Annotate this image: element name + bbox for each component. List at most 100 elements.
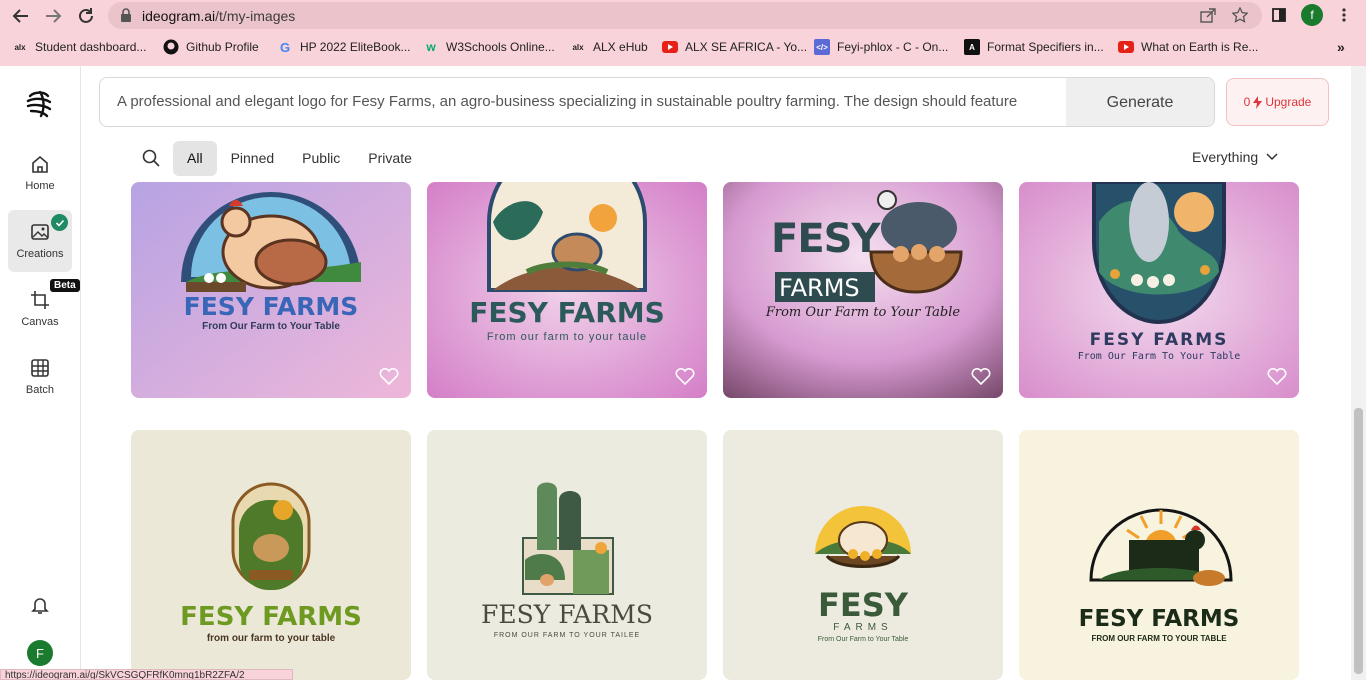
geeks-icon: A (964, 39, 980, 55)
logo-image (427, 182, 707, 398)
logo-title: FESY (771, 216, 880, 262)
logo-tagline: From Our Farm To Your Table (1077, 351, 1241, 362)
credits-count: 0 (1243, 95, 1251, 109)
forward-button[interactable] (41, 4, 65, 28)
sidebar-item-label: Home (25, 180, 55, 192)
logo-tagline: From Our Farm to Your Table (817, 636, 909, 643)
back-arrow-icon (12, 9, 28, 23)
ideogram-logo-icon[interactable] (24, 88, 56, 120)
sidebar-item-home[interactable]: Home (8, 142, 72, 204)
bookmark-label: ALX SE AFRICA - Yo... (685, 40, 808, 54)
logo-title: FESY FARMS (481, 600, 653, 629)
image-card[interactable]: FESY FARMS from our farm to your table (131, 430, 411, 680)
heart-icon[interactable] (1267, 367, 1287, 385)
image-card[interactable]: FESY FARMS FROM OUR FARM TO YOUR TABLE (1019, 430, 1299, 680)
bookmark-label: Format Specifiers in... (987, 40, 1104, 54)
heart-icon[interactable] (675, 367, 695, 385)
tab-public[interactable]: Public (288, 141, 354, 176)
heart-icon[interactable] (971, 367, 991, 385)
prompt-box[interactable]: A professional and elegant logo for Fesy… (99, 77, 1215, 127)
google-icon: G (279, 39, 291, 55)
bookmark-item[interactable]: What on Earth is Re... (1118, 39, 1258, 55)
sidebar-item-canvas[interactable]: Canvas Beta (8, 278, 80, 340)
bookmark-label: W3Schools Online... (446, 40, 555, 54)
sidebar-item-creations[interactable]: Creations (8, 210, 72, 272)
generate-button[interactable]: Generate (1066, 78, 1214, 126)
w3schools-icon: w (426, 40, 436, 54)
bookmark-item[interactable]: A Format Specifiers in... (964, 39, 1104, 55)
star-icon[interactable] (1232, 7, 1248, 23)
bookmark-item[interactable]: alx Student dashboard... (12, 39, 146, 55)
bookmark-label: ALX eHub (593, 40, 648, 54)
logo-title: FESY (818, 586, 908, 624)
image-card[interactable]: FESY FARMS From our farm to your taule (427, 182, 707, 398)
logo-title: FESY FARMS (469, 296, 665, 329)
tab-all[interactable]: All (173, 140, 217, 176)
bookmark-item[interactable]: ALX SE AFRICA - Yo... (662, 39, 807, 55)
image-grid: FESY FARMS From Our Farm to Your Table F… (131, 182, 1301, 680)
status-url-bar: https://ideogram.ai/g/SkVCSGQFRfK0mnq1bR… (0, 669, 293, 680)
image-card[interactable]: FESY FARMS From Our Farm to Your Table (723, 182, 1003, 398)
browser-toolbar: ideogram.ai/t/my-images f (0, 0, 1366, 31)
bell-icon[interactable] (30, 595, 50, 615)
bookmark-label: Student dashboard... (35, 40, 147, 54)
side-panel-icon[interactable] (1272, 8, 1286, 22)
logo-title: FESY FARMS (180, 602, 362, 632)
grid-icon (31, 359, 49, 377)
bookmark-item[interactable]: </> Feyi-phlox - C - On... (814, 39, 948, 55)
kebab-menu-icon[interactable] (1339, 7, 1349, 23)
sidebar-item-label: Canvas (21, 316, 59, 328)
bookmarks-bar: alx Student dashboard... Github Profile G… (0, 31, 1366, 64)
prompt-input[interactable]: A professional and elegant logo for Fesy… (117, 93, 1062, 110)
logo-tagline: From Our Farm to Your Table (765, 305, 961, 320)
sidebar-item-batch[interactable]: Batch (8, 346, 72, 408)
browser-chrome: ideogram.ai/t/my-images f alx Student das… (0, 0, 1366, 66)
crop-icon (31, 291, 49, 309)
sidebar-item-label: Creations (16, 248, 64, 260)
logo-image (522, 482, 614, 595)
logo-title: FESY FARMS (1078, 606, 1240, 632)
logo-tagline: From our farm to your taule (486, 331, 648, 343)
youtube-icon (1118, 39, 1134, 55)
user-avatar[interactable]: F (27, 640, 53, 666)
filter-tabs: All Pinned Public Private (173, 140, 426, 176)
tab-private[interactable]: Private (354, 141, 426, 176)
search-icon[interactable] (142, 149, 160, 167)
upgrade-button[interactable]: 0 Upgrade (1226, 78, 1329, 126)
check-badge-icon (51, 214, 68, 231)
bookmark-item[interactable]: w W3Schools Online... (423, 39, 555, 55)
alx-icon: alx (572, 42, 584, 52)
logo-title-secondary: FARMS (779, 274, 860, 302)
page-scrollbar[interactable] (1351, 66, 1366, 680)
image-card[interactable]: FESY FARMS FROM OUR FARM TO YOUR TAILEE (427, 430, 707, 680)
image-card[interactable]: FESY FARMS From Our Farm To Your Table (1019, 182, 1299, 398)
share-icon[interactable] (1200, 7, 1216, 23)
image-card[interactable]: FESY FARMS From Our Farm to Your Table (131, 182, 411, 398)
upgrade-label: Upgrade (1265, 95, 1312, 109)
sidebar: Home Creations Canvas Beta Batch F (0, 66, 81, 680)
alx-icon: alx (14, 42, 26, 52)
logo-title: FESY FARMS (183, 292, 359, 321)
bookmark-item[interactable]: G HP 2022 EliteBook... (277, 39, 411, 55)
bookmark-item[interactable]: Github Profile (163, 39, 259, 55)
bookmark-label: What on Earth is Re... (1141, 40, 1259, 54)
bookmark-item[interactable]: alx ALX eHub (570, 39, 648, 55)
scrollbar-thumb[interactable] (1354, 408, 1363, 674)
tab-pinned[interactable]: Pinned (217, 141, 289, 176)
more-bookmarks-button[interactable]: » (1337, 39, 1345, 55)
bookmark-label: HP 2022 EliteBook... (300, 40, 411, 54)
profile-avatar[interactable]: f (1301, 4, 1323, 26)
lock-icon (121, 8, 131, 22)
youtube-icon (662, 39, 678, 55)
image-card[interactable]: FESY FARMS From Our Farm to Your Table (723, 430, 1003, 680)
github-icon (163, 39, 179, 55)
heart-icon[interactable] (379, 367, 399, 385)
visibility-dropdown[interactable]: Everything (1192, 149, 1278, 165)
address-bar[interactable]: ideogram.ai/t/my-images (108, 2, 1262, 29)
reload-icon (79, 8, 93, 23)
logo-image (1019, 182, 1299, 398)
back-button[interactable] (9, 4, 33, 28)
reload-button[interactable] (74, 4, 98, 28)
bookmark-label: Feyi-phlox - C - On... (837, 40, 949, 54)
url-text: ideogram.ai/t/my-images (142, 8, 296, 24)
